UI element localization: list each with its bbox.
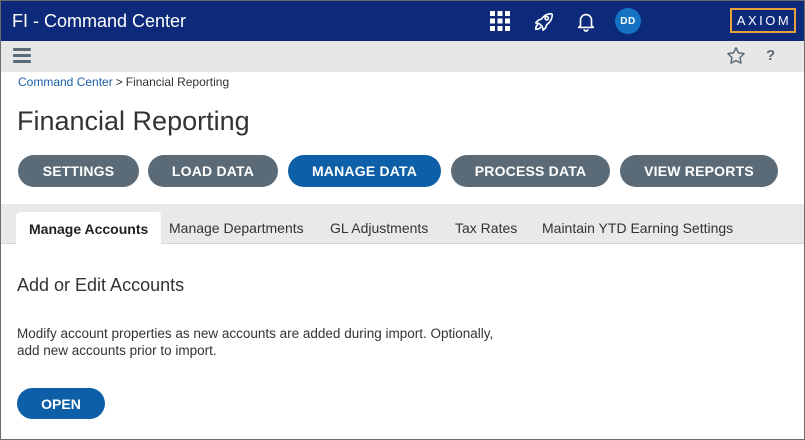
breadcrumb-separator: > (115, 75, 123, 89)
help-icon[interactable]: ? (766, 47, 775, 64)
section-title: Add or Edit Accounts (17, 275, 185, 295)
header-bar: FI - Command Center DD AXIOM (1, 1, 804, 41)
rocket-icon[interactable] (531, 8, 557, 34)
manage-data-button[interactable]: MANAGE DATA (288, 155, 441, 187)
tab-strip: Manage Accounts Manage Departments GL Ad… (1, 204, 804, 245)
menu-icon[interactable] (13, 48, 31, 64)
apps-grid-icon[interactable] (487, 8, 513, 34)
app-title: FI - Command Center (12, 11, 187, 31)
app-window: FI - Command Center DD AXIOM ? Command C… (0, 0, 805, 440)
open-button[interactable]: OPEN (17, 388, 105, 419)
view-reports-button[interactable]: VIEW REPORTS (620, 155, 778, 187)
load-data-button[interactable]: LOAD DATA (148, 155, 278, 187)
page-title: Financial Reporting (17, 106, 250, 136)
tab-manage-departments[interactable]: Manage Departments (169, 212, 304, 244)
bell-icon[interactable] (573, 8, 599, 34)
description-line-2: add new accounts prior to import. (17, 343, 217, 358)
header-icons: DD (487, 1, 641, 41)
tab-tax-rates[interactable]: Tax Rates (455, 212, 517, 244)
tab-gl-adjustments[interactable]: GL Adjustments (330, 212, 428, 244)
process-data-button[interactable]: PROCESS DATA (451, 155, 610, 187)
description-line-1: Modify account properties as new account… (17, 326, 494, 341)
settings-button[interactable]: SETTINGS (18, 155, 139, 187)
star-icon[interactable] (725, 45, 747, 67)
breadcrumb: Command Center > Financial Reporting (18, 75, 229, 89)
sub-toolbar: ? (1, 41, 804, 72)
section-description: Modify account properties as new account… (17, 325, 537, 359)
breadcrumb-current: Financial Reporting (125, 75, 230, 89)
breadcrumb-command-center[interactable]: Command Center (18, 75, 113, 89)
tab-maintain-ytd-earning-settings[interactable]: Maintain YTD Earning Settings (542, 212, 733, 244)
axiom-logo: AXIOM (730, 8, 796, 33)
tab-manage-accounts[interactable]: Manage Accounts (16, 212, 162, 245)
avatar[interactable]: DD (615, 8, 641, 34)
